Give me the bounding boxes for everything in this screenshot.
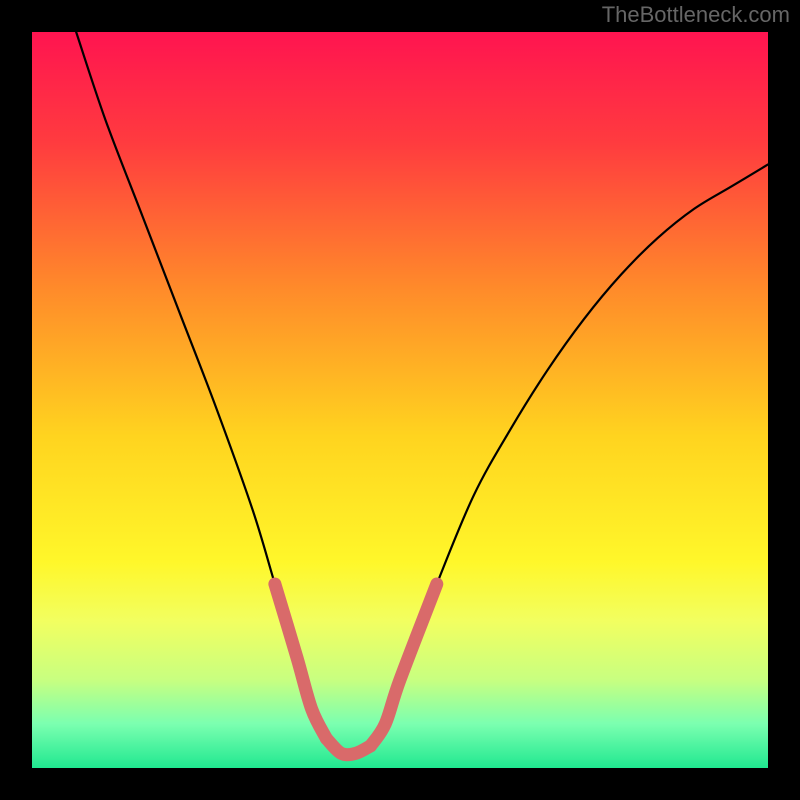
chart-container: TheBottleneck.com [0, 0, 800, 800]
watermark-text: TheBottleneck.com [602, 2, 790, 28]
plot-background [32, 32, 768, 768]
bottleneck-chart [0, 0, 800, 800]
